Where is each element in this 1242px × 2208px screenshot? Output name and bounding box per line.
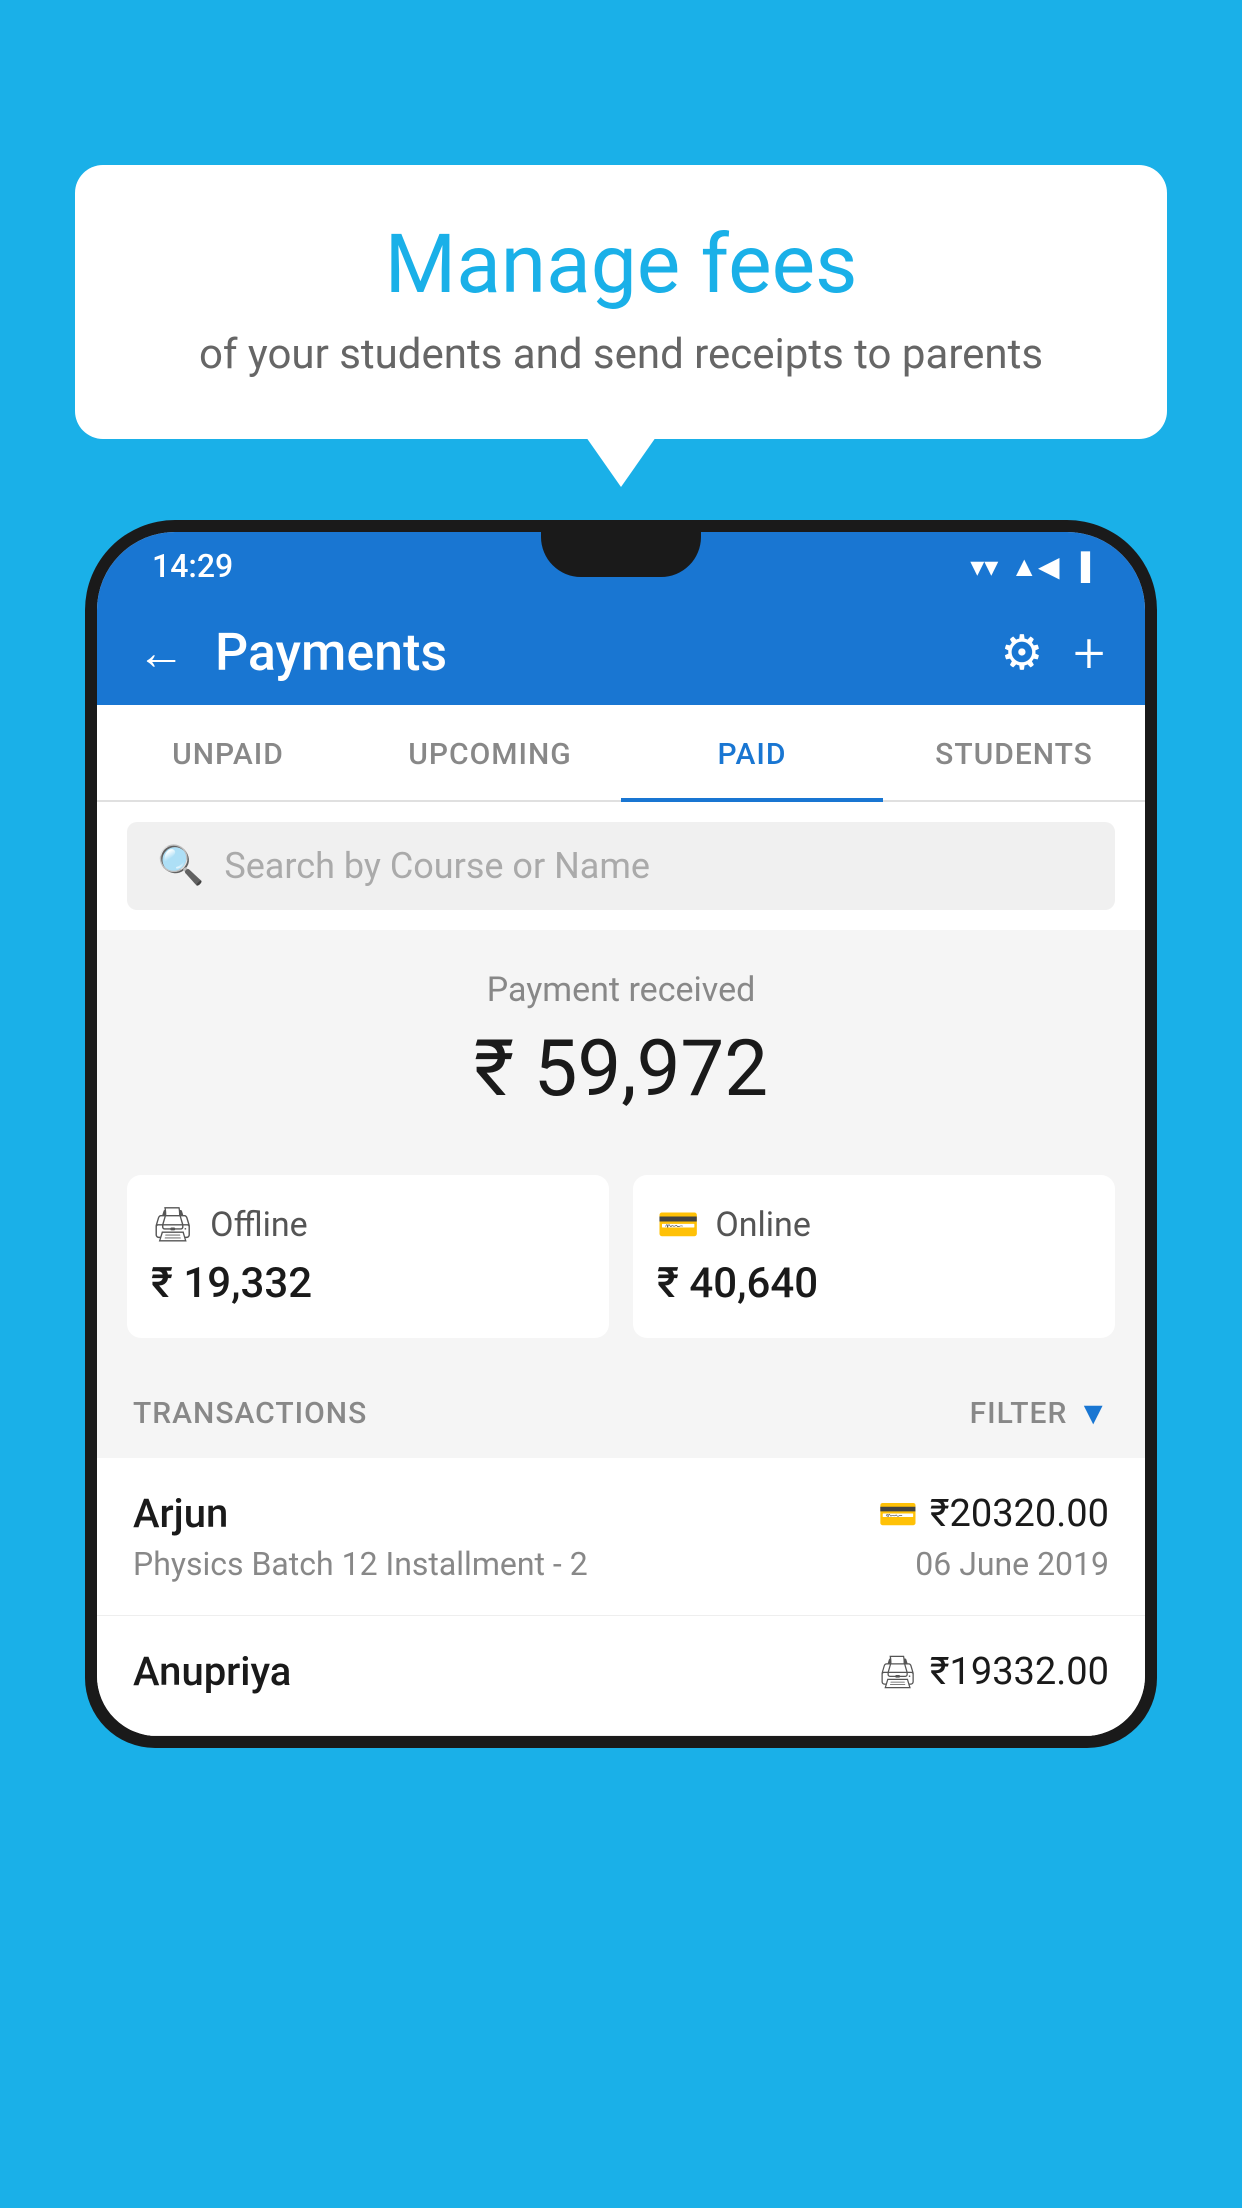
transaction-payment-icon: 💳: [878, 1495, 918, 1533]
speech-bubble-subtitle: of your students and send receipts to pa…: [135, 330, 1107, 379]
payment-received-label: Payment received: [127, 970, 1115, 1010]
online-amount: ₹ 40,640: [657, 1259, 1091, 1308]
phone-wrapper: 14:29 ▾▾ ▲◀ ▐ ← Payments ⚙ + UNPAID UPCO…: [85, 520, 1157, 2208]
search-container: 🔍 Search by Course or Name: [97, 802, 1145, 930]
settings-icon[interactable]: ⚙: [1000, 624, 1043, 681]
transaction-bottom: Physics Batch 12 Installment - 2 06 June…: [133, 1545, 1109, 1583]
transactions-label: TRANSACTIONS: [133, 1396, 367, 1431]
transaction-top-2: Anupriya 🖨 ₹19332.00: [133, 1648, 1109, 1695]
transaction-row-arjun[interactable]: Arjun 💳 ₹20320.00 Physics Batch 12 Insta…: [97, 1458, 1145, 1616]
transaction-name-2: Anupriya: [133, 1648, 291, 1695]
transaction-name: Arjun: [133, 1490, 228, 1537]
payment-cards: 🖨 Offline ₹ 19,332 💳 Online ₹ 40,640: [127, 1175, 1115, 1338]
back-button[interactable]: ←: [137, 624, 185, 681]
tab-unpaid[interactable]: UNPAID: [97, 705, 359, 800]
payment-total-amount: ₹ 59,972: [127, 1024, 1115, 1115]
transaction-top: Arjun 💳 ₹20320.00: [133, 1490, 1109, 1537]
offline-label: Offline: [210, 1205, 307, 1245]
tab-upcoming[interactable]: UPCOMING: [359, 705, 621, 800]
online-label: Online: [715, 1205, 811, 1245]
offline-card-header: 🖨 Offline: [151, 1205, 585, 1245]
transaction-date: 06 June 2019: [915, 1545, 1109, 1583]
transactions-header: TRANSACTIONS FILTER ▼: [97, 1368, 1145, 1458]
signal-icon: ▲◀: [1010, 550, 1059, 583]
search-icon: 🔍: [157, 844, 204, 888]
transaction-amount-2: ₹19332.00: [930, 1650, 1109, 1694]
filter-button[interactable]: FILTER ▼: [970, 1394, 1109, 1432]
add-button[interactable]: +: [1073, 620, 1105, 686]
speech-bubble-title: Manage fees: [135, 220, 1107, 310]
online-icon: 💳: [657, 1205, 699, 1245]
wifi-icon: ▾▾: [970, 550, 998, 583]
transaction-amount-wrap-2: 🖨 ₹19332.00: [877, 1650, 1109, 1694]
transaction-amount: ₹20320.00: [930, 1492, 1109, 1536]
tab-paid[interactable]: PAID: [621, 705, 883, 800]
status-time: 14:29: [152, 547, 233, 585]
transaction-amount-wrap: 💳 ₹20320.00: [878, 1492, 1109, 1536]
payment-summary: Payment received ₹ 59,972: [97, 930, 1145, 1175]
phone-screen: 14:29 ▾▾ ▲◀ ▐ ← Payments ⚙ + UNPAID UPCO…: [97, 532, 1145, 1736]
offline-amount: ₹ 19,332: [151, 1259, 585, 1308]
filter-label: FILTER: [970, 1396, 1068, 1431]
filter-icon: ▼: [1077, 1394, 1109, 1432]
transaction-payment-icon-2: 🖨: [877, 1653, 918, 1691]
battery-icon: ▐: [1072, 551, 1090, 582]
offline-payment-card: 🖨 Offline ₹ 19,332: [127, 1175, 609, 1338]
speech-bubble: Manage fees of your students and send re…: [75, 165, 1167, 439]
offline-icon: 🖨: [151, 1205, 194, 1245]
tabs-bar: UNPAID UPCOMING PAID STUDENTS: [97, 705, 1145, 802]
phone-outer: 14:29 ▾▾ ▲◀ ▐ ← Payments ⚙ + UNPAID UPCO…: [85, 520, 1157, 1748]
search-box[interactable]: 🔍 Search by Course or Name: [127, 822, 1115, 910]
status-bar: 14:29 ▾▾ ▲◀ ▐: [97, 532, 1145, 600]
search-placeholder: Search by Course or Name: [224, 845, 650, 887]
online-card-header: 💳 Online: [657, 1205, 1091, 1245]
status-icons: ▾▾ ▲◀ ▐: [970, 550, 1090, 583]
tab-students[interactable]: STUDENTS: [883, 705, 1145, 800]
online-payment-card: 💳 Online ₹ 40,640: [633, 1175, 1115, 1338]
transaction-row-anupriya[interactable]: Anupriya 🖨 ₹19332.00: [97, 1616, 1145, 1736]
transaction-course: Physics Batch 12 Installment - 2: [133, 1545, 588, 1583]
app-header: ← Payments ⚙ +: [97, 600, 1145, 705]
phone-notch: [541, 532, 701, 577]
header-title: Payments: [215, 622, 970, 683]
